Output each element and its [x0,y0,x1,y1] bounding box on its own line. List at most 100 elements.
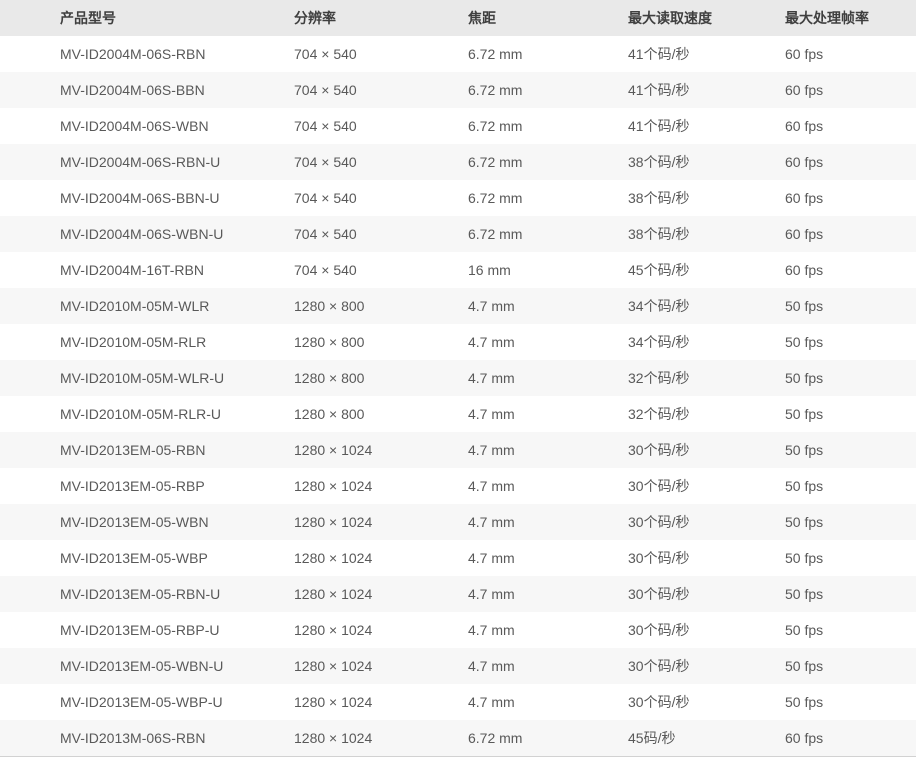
cell-resolution: 1280 × 1024 [294,540,468,576]
cell-model: MV-ID2013EM-05-WBN-U [0,648,294,684]
cell-max_frame_rate: 50 fps [785,288,916,324]
table-row: MV-ID2013EM-05-RBN-U1280 × 10244.7 mm30个… [0,576,916,612]
cell-max_frame_rate: 50 fps [785,432,916,468]
cell-resolution: 1280 × 1024 [294,432,468,468]
cell-model: MV-ID2010M-05M-RLR-U [0,396,294,432]
cell-focal_length: 4.7 mm [468,612,628,648]
cell-max_frame_rate: 60 fps [785,252,916,288]
table-row: MV-ID2013EM-05-WBN-U1280 × 10244.7 mm30个… [0,648,916,684]
table-row: MV-ID2004M-16T-RBN704 × 54016 mm45个码/秒60… [0,252,916,288]
cell-model: MV-ID2004M-06S-RBN-U [0,144,294,180]
table-row: MV-ID2004M-06S-BBN-U704 × 5406.72 mm38个码… [0,180,916,216]
cell-focal_length: 4.7 mm [468,684,628,720]
cell-model: MV-ID2004M-16T-RBN [0,252,294,288]
cell-max_read_speed: 45个码/秒 [628,252,785,288]
cell-model: MV-ID2013M-06S-RBN [0,720,294,756]
cell-model: MV-ID2004M-06S-WBN-U [0,216,294,252]
cell-max_frame_rate: 60 fps [785,216,916,252]
cell-max_frame_rate: 50 fps [785,648,916,684]
cell-max_read_speed: 30个码/秒 [628,432,785,468]
table-row: MV-ID2004M-06S-WBN-U704 × 5406.72 mm38个码… [0,216,916,252]
table-row: MV-ID2013EM-05-WBN1280 × 10244.7 mm30个码/… [0,504,916,540]
cell-max_read_speed: 41个码/秒 [628,108,785,144]
cell-max_read_speed: 32个码/秒 [628,360,785,396]
cell-focal_length: 6.72 mm [468,720,628,756]
cell-max_read_speed: 38个码/秒 [628,144,785,180]
table-row: MV-ID2010M-05M-RLR1280 × 8004.7 mm34个码/秒… [0,324,916,360]
cell-max_read_speed: 41个码/秒 [628,36,785,72]
cell-focal_length: 4.7 mm [468,468,628,504]
cell-resolution: 1280 × 1024 [294,576,468,612]
cell-model: MV-ID2013EM-05-WBP-U [0,684,294,720]
cell-focal_length: 4.7 mm [468,540,628,576]
cell-focal_length: 4.7 mm [468,648,628,684]
cell-max_read_speed: 38个码/秒 [628,180,785,216]
cell-model: MV-ID2004M-06S-BBN [0,72,294,108]
cell-model: MV-ID2004M-06S-WBN [0,108,294,144]
cell-model: MV-ID2013EM-05-WBN [0,504,294,540]
cell-model: MV-ID2013EM-05-RBP-U [0,612,294,648]
cell-max_frame_rate: 50 fps [785,504,916,540]
cell-max_read_speed: 41个码/秒 [628,72,785,108]
column-header-resolution: 分辨率 [294,0,468,36]
cell-resolution: 704 × 540 [294,180,468,216]
cell-focal_length: 4.7 mm [468,432,628,468]
cell-max_read_speed: 30个码/秒 [628,576,785,612]
cell-max_read_speed: 30个码/秒 [628,684,785,720]
cell-max_frame_rate: 60 fps [785,72,916,108]
cell-model: MV-ID2013EM-05-RBN-U [0,576,294,612]
cell-max_frame_rate: 50 fps [785,684,916,720]
product-spec-table: 产品型号 分辨率 焦距 最大读取速度 最大处理帧率 MV-ID2004M-06S… [0,0,916,756]
cell-focal_length: 6.72 mm [468,72,628,108]
cell-focal_length: 16 mm [468,252,628,288]
table-row: MV-ID2004M-06S-WBN704 × 5406.72 mm41个码/秒… [0,108,916,144]
cell-model: MV-ID2013EM-05-RBN [0,432,294,468]
cell-max_read_speed: 30个码/秒 [628,468,785,504]
table-row: MV-ID2004M-06S-BBN704 × 5406.72 mm41个码/秒… [0,72,916,108]
cell-max_frame_rate: 60 fps [785,144,916,180]
cell-max_read_speed: 30个码/秒 [628,504,785,540]
table-row: MV-ID2010M-05M-WLR-U1280 × 8004.7 mm32个码… [0,360,916,396]
product-spec-table-container: 产品型号 分辨率 焦距 最大读取速度 最大处理帧率 MV-ID2004M-06S… [0,0,916,757]
cell-max_frame_rate: 50 fps [785,468,916,504]
cell-max_read_speed: 30个码/秒 [628,612,785,648]
cell-focal_length: 4.7 mm [468,324,628,360]
cell-resolution: 704 × 540 [294,252,468,288]
column-header-max-frame-rate: 最大处理帧率 [785,0,916,36]
cell-max_read_speed: 32个码/秒 [628,396,785,432]
cell-focal_length: 6.72 mm [468,216,628,252]
cell-model: MV-ID2010M-05M-WLR-U [0,360,294,396]
cell-focal_length: 4.7 mm [468,396,628,432]
cell-resolution: 1280 × 1024 [294,504,468,540]
cell-resolution: 704 × 540 [294,72,468,108]
cell-focal_length: 6.72 mm [468,36,628,72]
cell-max_frame_rate: 50 fps [785,324,916,360]
cell-resolution: 1280 × 1024 [294,720,468,756]
cell-max_read_speed: 34个码/秒 [628,324,785,360]
cell-resolution: 1280 × 800 [294,324,468,360]
cell-max_frame_rate: 50 fps [785,396,916,432]
cell-max_frame_rate: 50 fps [785,612,916,648]
cell-max_frame_rate: 60 fps [785,720,916,756]
cell-max_frame_rate: 60 fps [785,36,916,72]
table-row: MV-ID2004M-06S-RBN704 × 5406.72 mm41个码/秒… [0,36,916,72]
table-row: MV-ID2013M-06S-RBN1280 × 10246.72 mm45码/… [0,720,916,756]
table-row: MV-ID2004M-06S-RBN-U704 × 5406.72 mm38个码… [0,144,916,180]
cell-resolution: 1280 × 1024 [294,648,468,684]
cell-max_read_speed: 45码/秒 [628,720,785,756]
table-row: MV-ID2010M-05M-RLR-U1280 × 8004.7 mm32个码… [0,396,916,432]
cell-max_frame_rate: 60 fps [785,180,916,216]
table-body: MV-ID2004M-06S-RBN704 × 5406.72 mm41个码/秒… [0,36,916,756]
cell-max_read_speed: 30个码/秒 [628,540,785,576]
cell-max_frame_rate: 50 fps [785,540,916,576]
cell-focal_length: 4.7 mm [468,360,628,396]
cell-resolution: 704 × 540 [294,36,468,72]
cell-max_read_speed: 34个码/秒 [628,288,785,324]
cell-resolution: 1280 × 1024 [294,684,468,720]
cell-resolution: 704 × 540 [294,108,468,144]
cell-focal_length: 4.7 mm [468,576,628,612]
cell-focal_length: 6.72 mm [468,144,628,180]
cell-model: MV-ID2010M-05M-RLR [0,324,294,360]
cell-resolution: 704 × 540 [294,144,468,180]
cell-focal_length: 4.7 mm [468,288,628,324]
